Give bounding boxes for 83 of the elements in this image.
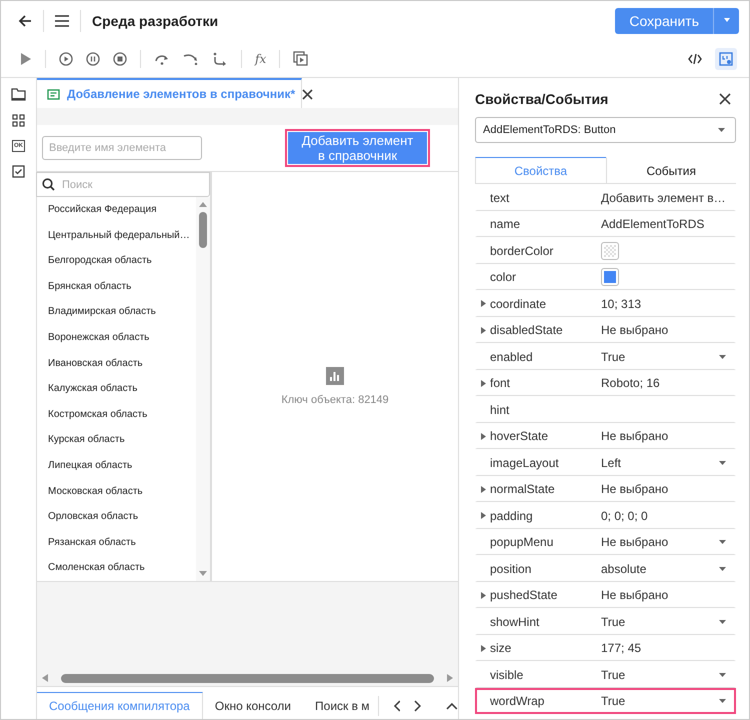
property-row[interactable]: normalState Не выбрано	[475, 476, 736, 502]
property-name: disabledState	[490, 323, 564, 338]
tab-title: Добавление элементов в справочник*	[67, 87, 296, 101]
property-value: Left	[601, 456, 622, 470]
property-name: text	[490, 190, 510, 205]
panel-tab[interactable]: Окно консоли	[202, 692, 304, 719]
property-value: Не выбрано	[601, 429, 668, 444]
panel-title: Свойства/События	[475, 91, 608, 107]
property-row[interactable]: color	[475, 264, 736, 290]
property-name: showHint	[490, 614, 540, 629]
list-item[interactable]: Костромская область	[37, 402, 196, 428]
property-name: hint	[490, 402, 510, 417]
property-value: Не выбрано	[601, 588, 668, 602]
list-item[interactable]: Орловская область	[37, 504, 196, 530]
list-item[interactable]: Ивановская область	[37, 350, 196, 376]
property-name: visible	[490, 668, 524, 682]
property-value: Не выбрано	[601, 323, 668, 338]
property-row[interactable]: font Roboto; 16	[475, 370, 736, 396]
property-row[interactable]: text Добавить элемент в…	[475, 184, 736, 210]
property-row[interactable]: coordinate 10; 313	[475, 290, 736, 316]
property-name: hoverState	[490, 429, 550, 444]
property-value: 10; 313	[601, 296, 642, 311]
list-item[interactable]: Московская область	[37, 478, 196, 504]
property-row[interactable]: position absolute	[475, 555, 736, 582]
property-value: True	[601, 614, 626, 629]
property-name: imageLayout	[490, 456, 560, 470]
property-value: 177; 45	[601, 641, 642, 656]
property-row[interactable]: popupMenu Не выбрано	[475, 528, 736, 555]
properties-tab[interactable]: События	[606, 157, 736, 183]
property-name: position	[490, 562, 532, 576]
property-name: name	[490, 217, 522, 232]
property-name: coordinate	[490, 296, 548, 311]
property-name: pushedState	[490, 588, 558, 602]
list-item[interactable]: Смоленская область	[37, 555, 196, 581]
property-value: True	[601, 694, 626, 708]
property-row[interactable]: hint	[475, 396, 736, 422]
property-row[interactable]: name AddElementToRDS	[475, 210, 736, 237]
object-dropdown[interactable]: AddElementToRDS: Button	[475, 117, 736, 143]
property-name: wordWrap	[490, 694, 546, 708]
list-item[interactable]: Брянская область	[37, 274, 196, 300]
name-input-field[interactable]: Введите имя элемента	[42, 136, 202, 160]
property-row[interactable]: visible True	[475, 661, 736, 688]
list-item[interactable]: Центральный федеральный…	[37, 222, 196, 248]
property-row[interactable]: wordWrap True	[475, 688, 736, 714]
property-row[interactable]: showHint True	[475, 608, 736, 634]
object-key-label: Ключ объекта: 82149	[281, 394, 389, 406]
property-row[interactable]: disabledState Не выбрано	[475, 316, 736, 343]
list-item[interactable]: Белгородская область	[37, 248, 196, 274]
property-name: size	[490, 641, 512, 656]
list-item[interactable]: Воронежская область	[37, 324, 196, 351]
search-field[interactable]: Поиск	[36, 172, 210, 197]
property-row[interactable]: enabled True	[475, 343, 736, 370]
property-value: Добавить элемент в…	[601, 190, 726, 205]
property-value: Не выбрано	[601, 535, 668, 550]
property-name: popupMenu	[490, 535, 554, 550]
formula-button[interactable]: fx	[255, 52, 266, 66]
list-item[interactable]: Липецкая область	[37, 452, 196, 479]
property-value: True	[601, 350, 626, 364]
property-value: True	[601, 668, 626, 682]
property-value: absolute	[601, 562, 646, 576]
list-item[interactable]: Курская область	[37, 427, 196, 453]
property-row[interactable]: pushedState Не выбрано	[475, 582, 736, 608]
list-item[interactable]: Калужская область	[37, 376, 196, 402]
list-item[interactable]: Владимирская область	[37, 299, 196, 325]
property-row[interactable]: hoverState Не выбрано	[475, 422, 736, 449]
property-row[interactable]: imageLayout Left	[475, 449, 736, 476]
property-name: borderColor	[490, 244, 554, 258]
page-title: Среда разработки	[92, 12, 218, 28]
property-row[interactable]: size 177; 45	[475, 634, 736, 661]
panel-tab[interactable]: Поиск в м	[303, 692, 382, 719]
list-item[interactable]: Рязанская область	[37, 530, 196, 556]
property-row[interactable]: padding 0; 0; 0; 0	[475, 502, 736, 528]
property-value: AddElementToRDS	[601, 217, 704, 232]
property-name: font	[490, 376, 512, 390]
property-name: color	[490, 270, 518, 284]
property-value: Не выбрано	[601, 482, 668, 496]
property-value: 0; 0; 0; 0	[601, 508, 648, 523]
property-value: Roboto; 16	[601, 376, 660, 390]
property-name: normalState	[490, 482, 556, 496]
property-name: padding	[490, 508, 534, 523]
property-name: enabled	[490, 350, 534, 364]
list-item[interactable]: Российская Федерация	[37, 197, 196, 223]
property-row[interactable]: borderColor	[475, 237, 736, 264]
